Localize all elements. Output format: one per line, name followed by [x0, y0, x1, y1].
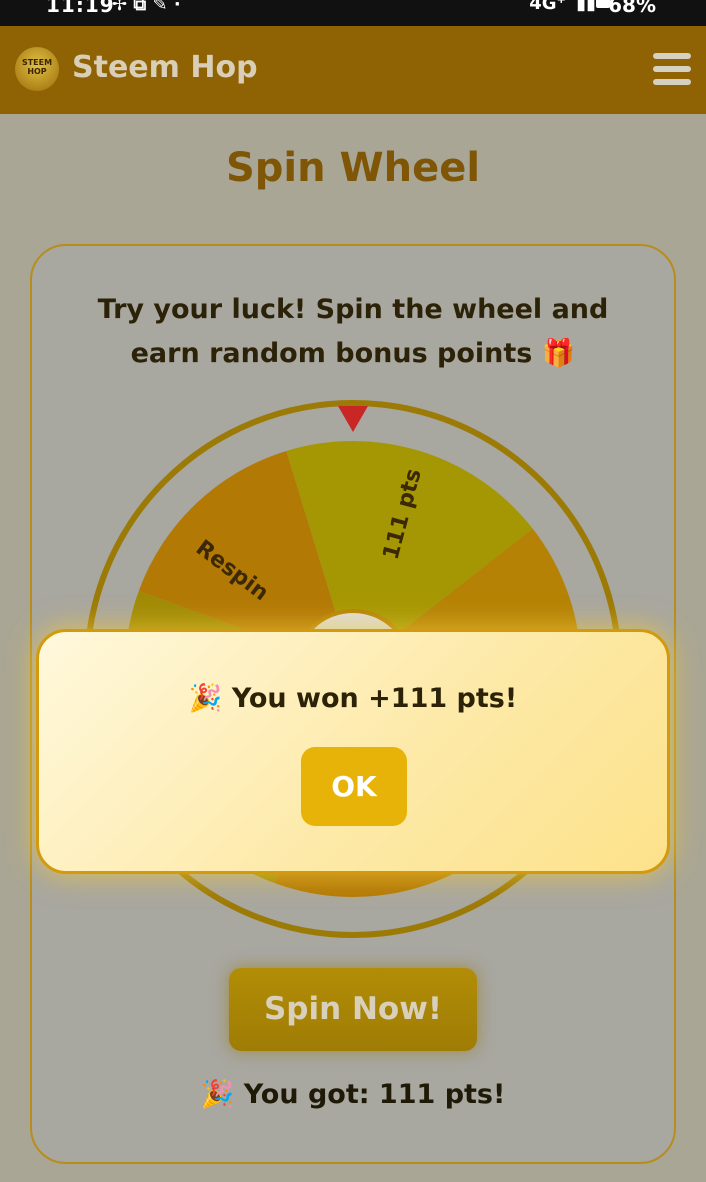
page-title: Spin Wheel: [225, 145, 481, 191]
modal-message: 🎉 You won +111 pts!: [188, 683, 518, 714]
signal-icon: ▮▮: [576, 0, 596, 14]
app-header: STEEM HOP Steem Hop: [0, 26, 706, 114]
status-time: 11:19: [46, 0, 115, 17]
down-triangle-icon: [338, 406, 368, 432]
hamburger-icon[interactable]: [653, 53, 691, 87]
notification-icons: ✢ ⧉ ✎ ·: [112, 0, 181, 15]
app-logo[interactable]: STEEM HOP: [15, 47, 59, 91]
spin-now-button[interactable]: Spin Now!: [229, 968, 477, 1051]
app-name[interactable]: Steem Hop: [72, 50, 258, 85]
battery-percent: 68%: [608, 0, 656, 17]
status-bar: 11:19 ✢ ⧉ ✎ · 4G⁺ ▮▮ 68%: [0, 0, 706, 26]
ok-button[interactable]: OK: [301, 747, 407, 826]
logo-text: STEEM HOP: [21, 58, 53, 76]
win-modal: 🎉 You won +111 pts! OK: [36, 629, 670, 874]
intro-text: Try your luck! Spin the wheel and earn r…: [97, 294, 609, 369]
network-indicator: 4G⁺: [529, 0, 566, 14]
result-text: 🎉 You got: 111 pts!: [200, 1079, 506, 1110]
